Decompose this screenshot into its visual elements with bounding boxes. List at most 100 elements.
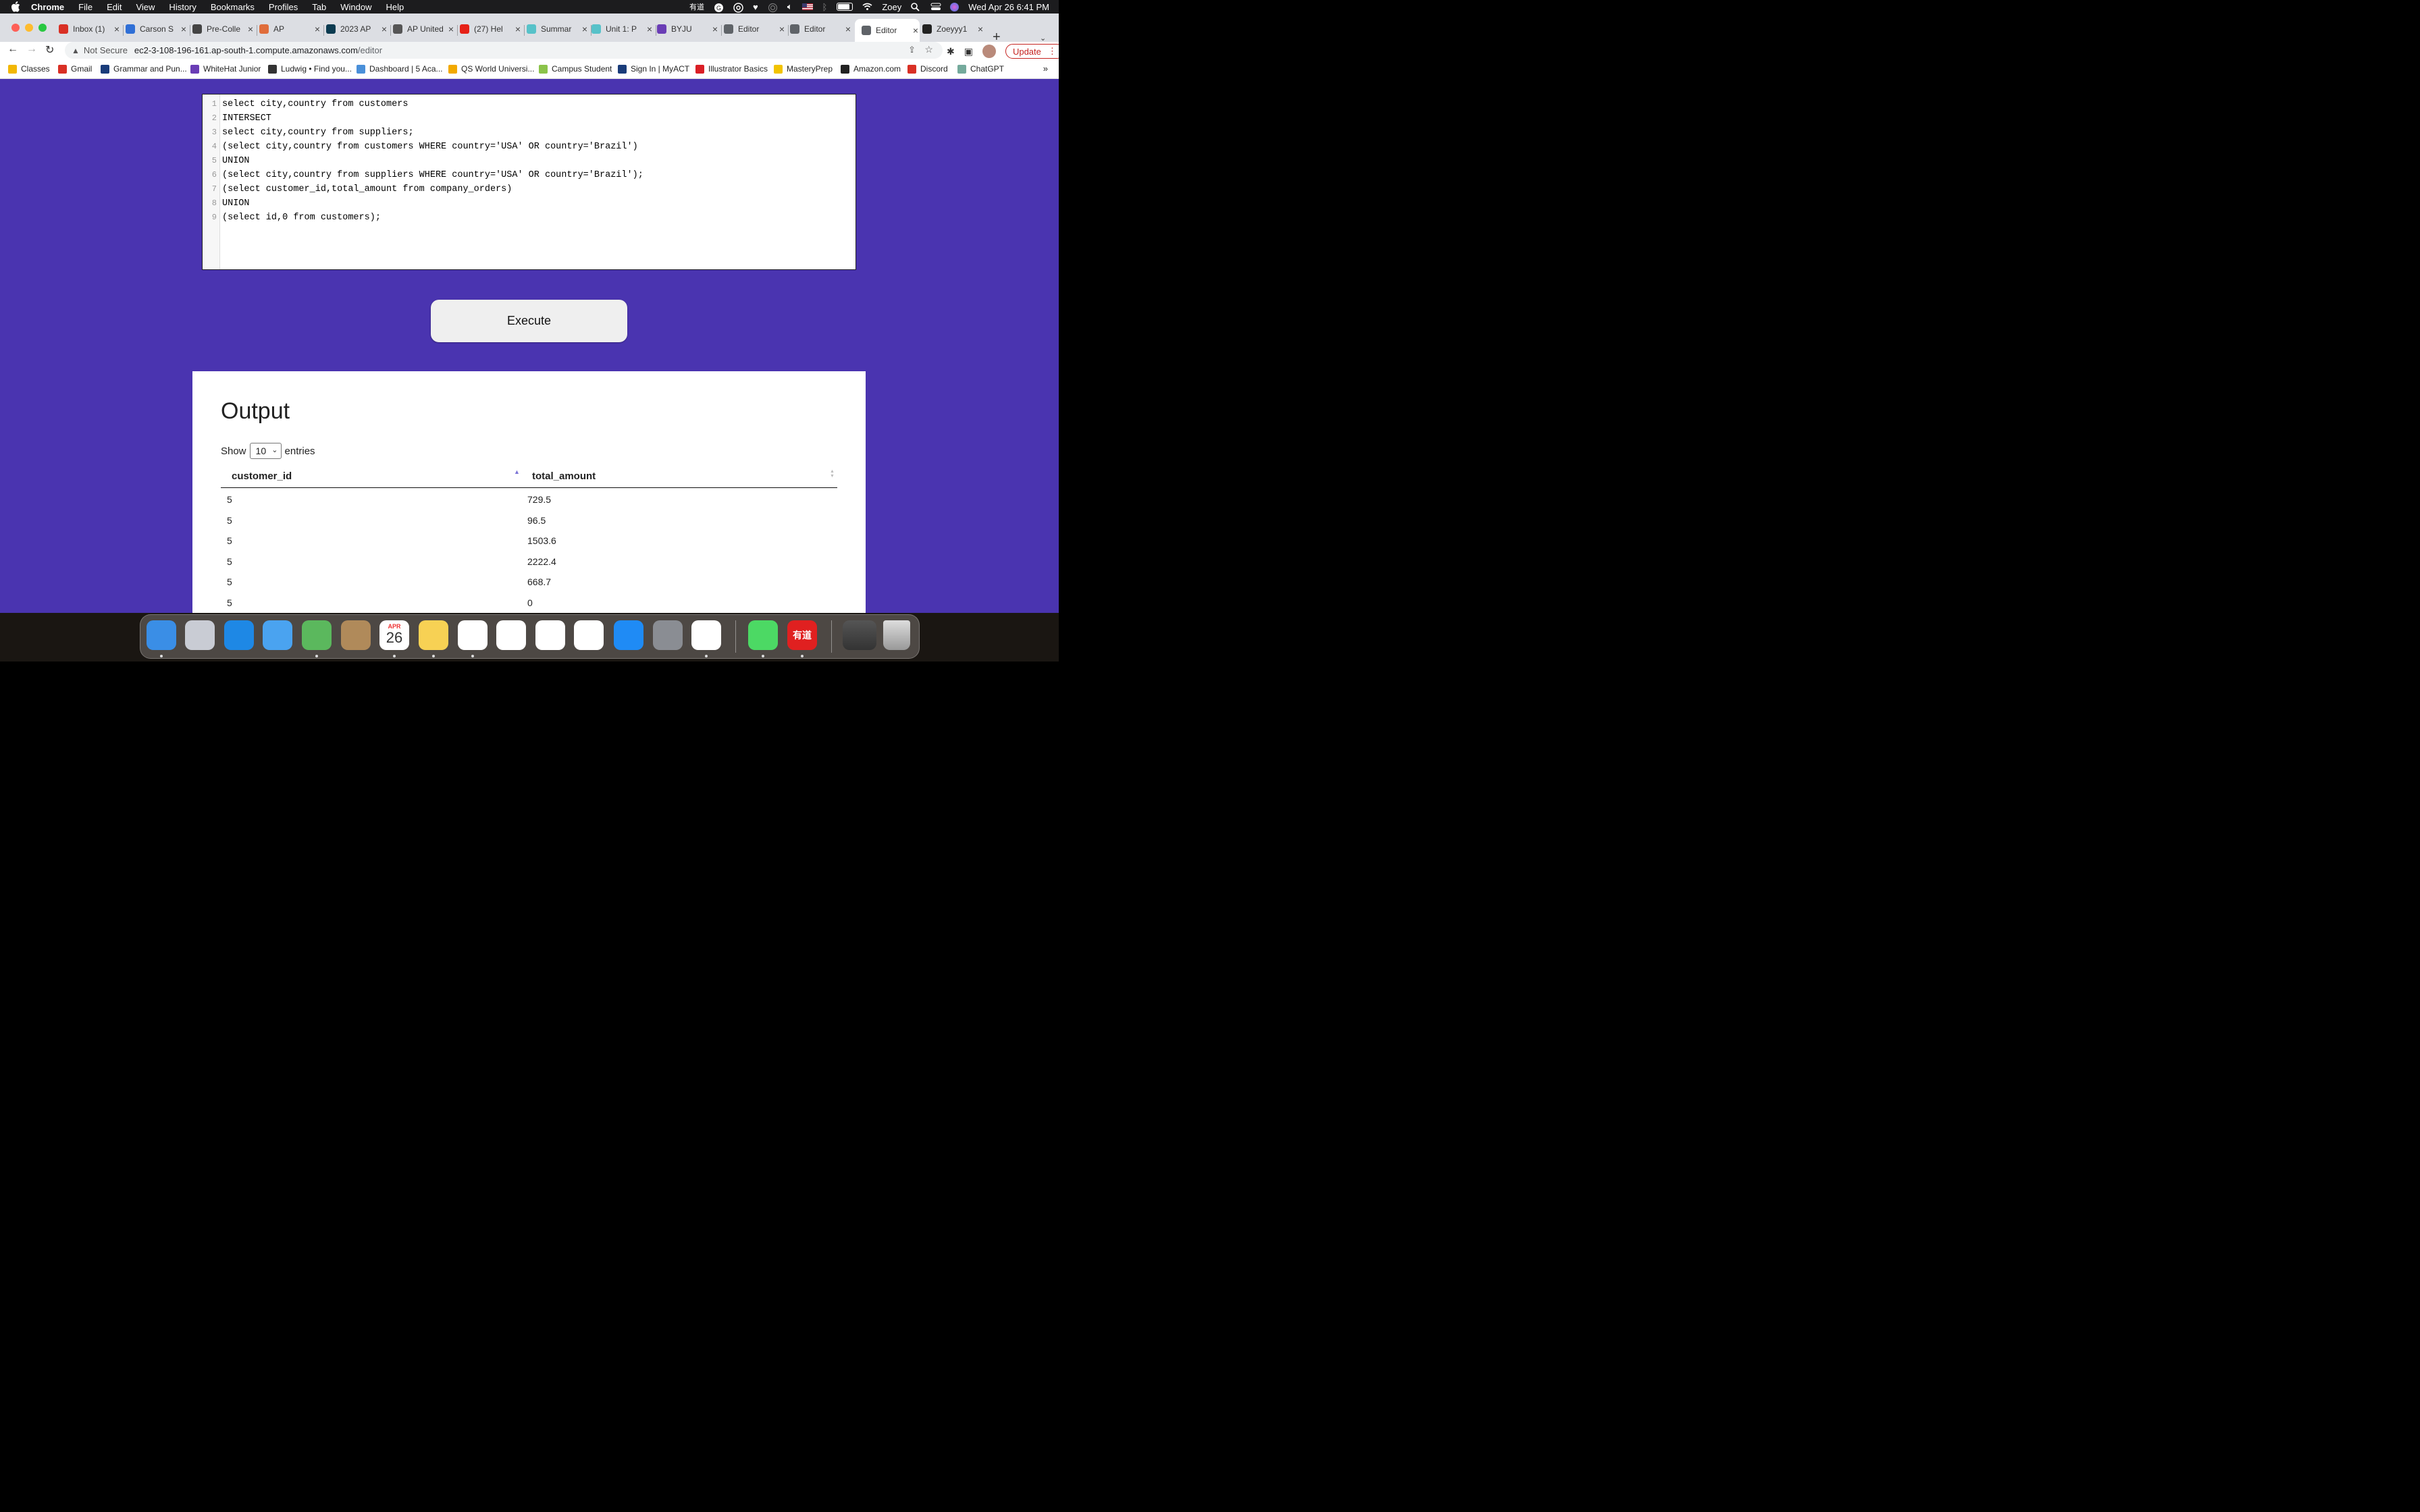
address-bar[interactable]: ▲ Not Secure ec2-3-108-196-161.ap-south-… [64, 41, 943, 59]
menu-history[interactable]: History [169, 1, 196, 11]
app-store-icon[interactable] [613, 620, 643, 650]
bookmark-item[interactable]: Dashboard | 5 Aca... [356, 64, 443, 74]
code-line[interactable]: 9 (select id,0 from customers); [203, 211, 856, 225]
browser-tab[interactable]: Editor × [854, 18, 920, 42]
update-button[interactable]: Update ⋮ [1005, 43, 1059, 59]
system-settings-icon[interactable] [652, 620, 683, 650]
bookmark-item[interactable]: ChatGPT [957, 64, 1004, 74]
maps-icon[interactable] [301, 620, 332, 650]
browser-tab[interactable]: BYJU × [656, 19, 719, 39]
column-header-customer-id[interactable]: customer_id [232, 470, 292, 482]
menu-tab[interactable]: Tab [312, 1, 326, 11]
menu-view[interactable]: View [136, 1, 155, 11]
bookmark-item[interactable]: WhiteHat Junior [190, 64, 261, 74]
sort-both-icon[interactable]: ▲ ▼ [830, 469, 835, 479]
close-tab-icon[interactable]: × [246, 24, 255, 34]
notes-icon[interactable] [418, 620, 448, 650]
bluetooth-icon[interactable]: ᛒ [822, 1, 828, 11]
close-tab-icon[interactable]: × [113, 24, 121, 34]
volume-icon[interactable]: 🔈︎ [787, 1, 793, 12]
entries-select[interactable]: 10 ⌄ [249, 442, 282, 459]
menu-edit[interactable]: Edit [107, 1, 122, 11]
close-tab-icon[interactable]: × [778, 24, 786, 34]
chrome-icon[interactable] [691, 620, 721, 650]
menu-bookmarks[interactable]: Bookmarks [211, 1, 255, 11]
execute-button[interactable]: Execute [430, 299, 627, 342]
spotlight-search-icon[interactable] [911, 3, 921, 11]
code-line[interactable]: 3 select city,country from suppliers; [203, 126, 856, 140]
close-tab-icon[interactable]: × [844, 24, 852, 34]
bookmark-item[interactable]: Gmail [57, 64, 92, 74]
bookmarks-overflow-icon[interactable]: » [1043, 63, 1048, 74]
minimize-window-button[interactable] [24, 23, 33, 32]
trash-icon[interactable] [883, 620, 910, 650]
bookmark-item[interactable]: Grammar and Pun... [100, 64, 187, 74]
launchpad-icon[interactable] [184, 620, 215, 650]
browser-tab[interactable]: Editor × [723, 19, 786, 39]
menu-chrome[interactable]: Chrome [31, 1, 64, 11]
menu-window[interactable]: Window [340, 1, 371, 11]
close-tab-icon[interactable]: × [447, 24, 455, 34]
browser-tab[interactable]: AP × [259, 19, 321, 39]
bookmark-item[interactable]: MasteryPrep [773, 64, 833, 74]
menu-file[interactable]: File [78, 1, 93, 11]
downloads-stack-icon[interactable] [842, 620, 876, 650]
browser-tab[interactable]: Carson S × [125, 19, 188, 39]
forward-arrow-icon[interactable]: → [26, 43, 37, 55]
side-panel-icon[interactable]: ▣ [964, 45, 973, 57]
sql-code-editor[interactable]: 1 select city,country from customers 2 INTE… [201, 93, 856, 270]
browser-tab[interactable]: Summar × [526, 19, 589, 39]
bookmark-item[interactable]: Classes [7, 64, 50, 74]
menubar-user[interactable]: Zoey [882, 1, 901, 11]
creative-cloud-icon[interactable] [733, 3, 743, 13]
keynote-icon[interactable] [535, 620, 565, 650]
back-arrow-icon[interactable]: ← [7, 43, 18, 55]
bookmark-item[interactable]: Amazon.com [840, 64, 901, 74]
browser-tab[interactable]: Unit 1: P × [591, 19, 654, 39]
zoom-window-button[interactable] [38, 23, 47, 32]
apple-icon[interactable] [11, 1, 20, 12]
youdao-status-icon[interactable]: 有道 [689, 1, 704, 12]
bookmark-star-icon[interactable]: ☆ [924, 44, 933, 55]
close-tab-icon[interactable]: × [313, 24, 321, 34]
bookmark-item[interactable]: Sign In | MyACT [617, 64, 689, 74]
mail-icon[interactable] [262, 620, 292, 650]
siri-icon[interactable] [950, 2, 959, 11]
grammarly-icon[interactable]: G [714, 3, 724, 12]
browser-tab[interactable]: Zoeyyy1 × [922, 19, 984, 39]
contacts-icon[interactable] [340, 620, 371, 650]
news-icon[interactable] [457, 620, 488, 650]
close-tab-icon[interactable]: × [581, 24, 589, 34]
bookmark-item[interactable]: Illustrator Basics [695, 64, 768, 74]
code-line[interactable]: 2 INTERSECT [203, 111, 856, 126]
more-menu-icon[interactable]: ⋮ [1048, 46, 1057, 57]
bookmark-item[interactable]: Campus Student [538, 64, 612, 74]
code-line[interactable]: 5 UNION [203, 154, 856, 168]
browser-tab[interactable]: 2023 AP × [325, 19, 388, 39]
control-center-icon[interactable] [930, 3, 941, 11]
browser-tab[interactable]: (27) Hel × [459, 19, 522, 39]
close-window-button[interactable] [11, 23, 20, 32]
battery-icon[interactable] [837, 2, 853, 11]
close-tab-icon[interactable]: × [514, 24, 522, 34]
menu-profiles[interactable]: Profiles [269, 1, 298, 11]
close-tab-icon[interactable]: × [180, 24, 188, 34]
menu-help[interactable]: Help [386, 1, 404, 11]
browser-tab[interactable]: Pre-Colle × [192, 19, 255, 39]
not-secure-label[interactable]: Not Secure [84, 45, 128, 55]
share-icon[interactable]: ⇪ [908, 45, 916, 55]
bookmark-item[interactable]: QS World Universi... [448, 64, 534, 74]
finder-icon[interactable] [146, 620, 176, 650]
close-tab-icon[interactable]: × [912, 25, 920, 36]
safari-icon[interactable] [223, 620, 254, 650]
close-tab-icon[interactable]: × [711, 24, 719, 34]
column-header-total-amount[interactable]: total_amount [532, 470, 596, 482]
close-tab-icon[interactable]: × [976, 24, 984, 34]
menubar-clock[interactable]: Wed Apr 26 6:41 PM [968, 1, 1049, 11]
code-line[interactable]: 6 (select city,country from suppliers WHE… [203, 168, 856, 182]
code-line[interactable]: 8 UNION [203, 196, 856, 211]
pages-icon[interactable] [573, 620, 604, 650]
calendar-icon[interactable]: APR 26 [379, 620, 409, 650]
airdrop-icon[interactable] [768, 3, 778, 13]
browser-tab[interactable]: Editor × [789, 19, 852, 39]
